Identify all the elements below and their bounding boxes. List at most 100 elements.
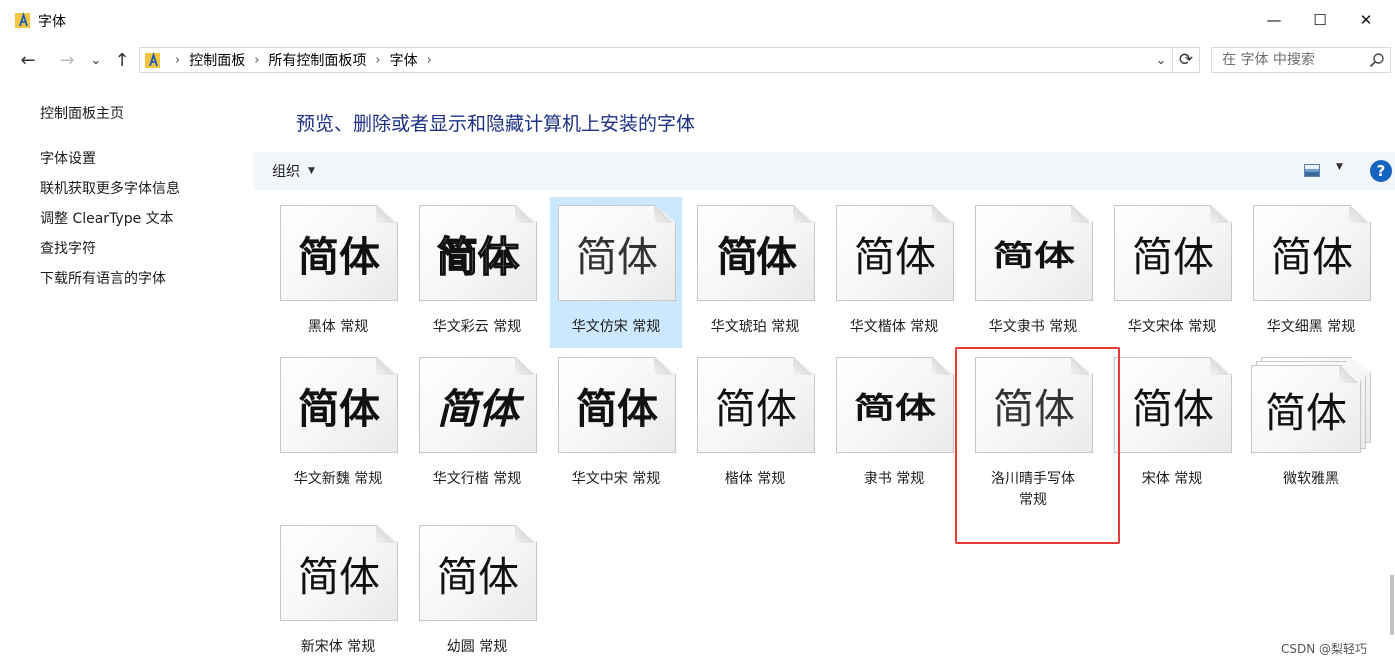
- page-title: 预览、删除或者显示和隐藏计算机上安装的字体: [296, 113, 696, 135]
- chevron-down-icon: ⌄: [90, 52, 102, 68]
- breadcrumb-control-panel[interactable]: 控制面板: [189, 50, 245, 70]
- font-file-icon: 简体: [1112, 205, 1232, 305]
- fonts-folder-icon: [145, 52, 160, 68]
- font-name-label: 楷体 常规: [724, 471, 786, 487]
- breadcrumb-separator[interactable]: ›: [254, 53, 259, 68]
- font-tile[interactable]: 简体 华文中宋 常规: [550, 349, 682, 500]
- breadcrumb-separator[interactable]: ›: [375, 53, 380, 68]
- font-sample-text: 简体: [437, 553, 519, 601]
- font-sample-text: 简体: [576, 233, 658, 281]
- organize-label: 组织: [272, 164, 300, 180]
- vertical-scrollbar[interactable]: [1388, 190, 1395, 666]
- font-name-label: 华文中宋 常规: [571, 471, 661, 487]
- change-view-icon[interactable]: [1304, 164, 1320, 177]
- font-sample-text: 简体: [854, 233, 936, 281]
- font-tile[interactable]: 简体 华文宋体 常规: [1106, 197, 1238, 348]
- font-name-label: 华文行楷 常规: [432, 471, 522, 487]
- adjust-cleartype-link[interactable]: 调整 ClearType 文本: [40, 208, 174, 228]
- font-file-icon: 简体: [695, 205, 815, 305]
- watermark: CSDN @梨轻巧: [1281, 642, 1368, 656]
- font-name-label: 微软雅黑: [1283, 471, 1339, 487]
- view-options-caret-icon[interactable]: ▼: [1336, 162, 1343, 172]
- maximize-button[interactable]: ☐: [1297, 0, 1343, 40]
- font-file-icon: 简体: [1251, 205, 1371, 305]
- font-tile[interactable]: 简体微软雅黑: [1245, 349, 1377, 500]
- breadcrumb-fonts[interactable]: 字体: [390, 50, 418, 70]
- up-button[interactable]: ↑: [111, 48, 133, 72]
- window-title: 字体: [38, 14, 66, 30]
- font-tile[interactable]: 简体 黑体 常规: [272, 197, 404, 348]
- font-settings-link[interactable]: 字体设置: [40, 148, 96, 168]
- font-name-label: 华文细黑 常规: [1266, 319, 1356, 335]
- font-name-label: 黑体 常规: [307, 319, 369, 335]
- font-sample-text: 简体: [993, 239, 1075, 273]
- chevron-down-icon: ⌄: [1155, 52, 1167, 68]
- font-family-stack-icon: 简体: [1251, 357, 1371, 457]
- minimize-button[interactable]: —: [1251, 0, 1297, 40]
- fonts-folder-icon: [15, 12, 30, 28]
- breadcrumb-separator: ›: [175, 52, 181, 68]
- font-tile[interactable]: 简体 华文行楷 常规: [411, 349, 543, 500]
- command-bar: 组织 ▼ ▼ ?: [254, 152, 1395, 190]
- font-tile[interactable]: 简体 新宋体 常规: [272, 517, 404, 666]
- font-file-icon: 简体: [417, 525, 537, 625]
- breadcrumb-separator[interactable]: ›: [427, 53, 432, 68]
- annotation-highlight-box: [955, 347, 1120, 544]
- search-icon[interactable]: [1369, 52, 1385, 68]
- close-icon: ✕: [1359, 11, 1373, 29]
- get-font-info-online-link[interactable]: 联机获取更多字体信息: [40, 178, 180, 198]
- font-name-label: 华文彩云 常规: [432, 319, 522, 335]
- find-character-link[interactable]: 查找字符: [40, 238, 96, 258]
- breadcrumb-all-items[interactable]: 所有控制面板项: [268, 50, 366, 70]
- font-sample-text: 简体: [298, 233, 380, 281]
- font-file-icon: 简体: [556, 205, 676, 305]
- organize-menu-button[interactable]: 组织 ▼: [272, 152, 315, 190]
- font-file-icon: 简体: [695, 357, 815, 457]
- font-name-label: 华文宋体 常规: [1127, 319, 1217, 335]
- download-all-language-fonts-link[interactable]: 下载所有语言的字体: [40, 268, 166, 288]
- font-tile[interactable]: 简体 华文仿宋 常规: [550, 197, 682, 348]
- caret-down-icon: ▼: [308, 166, 315, 176]
- maximize-icon: ☐: [1313, 11, 1327, 29]
- search-box[interactable]: [1211, 47, 1391, 73]
- close-button[interactable]: ✕: [1343, 0, 1389, 40]
- address-bar[interactable]: › 控制面板 › 所有控制面板项 › 字体 › ⌄ ⟳: [139, 47, 1200, 73]
- font-tile[interactable]: 简体 华文隶书 常规: [967, 197, 1099, 348]
- font-tile[interactable]: 简体 幼圆 常规: [411, 517, 543, 666]
- font-file-icon: 简体: [1112, 357, 1232, 457]
- help-icon: ?: [1376, 162, 1386, 180]
- font-sample-text: 简体: [1132, 385, 1214, 433]
- back-arrow-icon: ←: [20, 49, 36, 71]
- font-tile[interactable]: 简体 华文彩云 常规: [411, 197, 543, 348]
- font-file-icon: 简体: [278, 205, 398, 305]
- recent-locations-button[interactable]: ⌄: [88, 48, 104, 72]
- control-panel-home-link[interactable]: 控制面板主页: [40, 103, 124, 123]
- search-input[interactable]: [1212, 48, 1372, 72]
- refresh-icon: ⟳: [1178, 50, 1194, 70]
- minimize-icon: —: [1266, 11, 1282, 29]
- refresh-button[interactable]: ⟳: [1172, 48, 1199, 72]
- left-pane: 控制面板主页 字体设置 联机获取更多字体信息 调整 ClearType 文本 查…: [0, 80, 252, 666]
- font-name-label: 华文琥珀 常规: [710, 319, 800, 335]
- help-button[interactable]: ?: [1370, 160, 1392, 182]
- font-tile[interactable]: 简体 华文细黑 常规: [1245, 197, 1377, 348]
- address-history-button[interactable]: ⌄: [1151, 48, 1171, 72]
- font-tile[interactable]: 简体 华文楷体 常规: [828, 197, 960, 348]
- font-file-icon: 简体: [834, 205, 954, 305]
- font-tile[interactable]: 简体 隶书 常规: [828, 349, 960, 500]
- font-file-icon: 简体: [417, 205, 537, 305]
- font-file-icon: 简体: [556, 357, 676, 457]
- font-name-label: 新宋体 常规: [300, 639, 376, 655]
- font-sample-text: 简体: [715, 385, 797, 433]
- forward-button[interactable]: →: [55, 48, 79, 72]
- up-arrow-icon: ↑: [114, 49, 130, 71]
- font-tile[interactable]: 简体 华文新魏 常规: [272, 349, 404, 500]
- font-tile[interactable]: 简体 宋体 常规: [1106, 349, 1238, 500]
- back-button[interactable]: ←: [16, 48, 40, 72]
- font-sample-text: 简体: [576, 385, 658, 433]
- font-tile[interactable]: 简体 华文琥珀 常规: [689, 197, 821, 348]
- font-sample-text: 简体: [1265, 389, 1347, 437]
- scrollbar-thumb[interactable]: [1390, 575, 1394, 635]
- font-tile[interactable]: 简体 楷体 常规: [689, 349, 821, 500]
- font-file-icon: 简体: [834, 357, 954, 457]
